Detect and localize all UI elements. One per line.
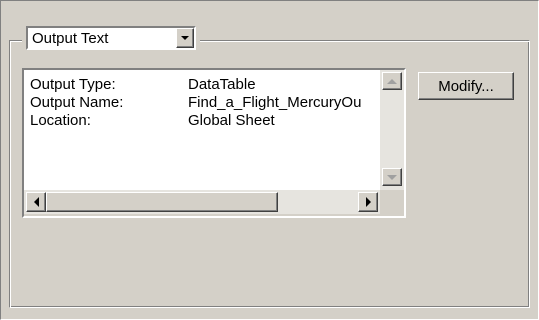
property-key: Output Name:	[30, 94, 124, 111]
property-value: Find_a_Flight_MercuryOu	[188, 94, 362, 111]
dropdown-button[interactable]	[176, 28, 194, 48]
scroll-up-button[interactable]	[382, 72, 402, 90]
vertical-scrollbar[interactable]	[380, 70, 404, 190]
dropdown-selected-value: Output Text	[32, 30, 109, 47]
properties-content: Output Type: DataTable Output Name: Find…	[24, 70, 380, 190]
horizontal-scroll-thumb[interactable]	[46, 192, 278, 212]
scroll-right-button[interactable]	[358, 192, 378, 212]
scroll-up-arrow-icon	[387, 78, 397, 84]
property-key: Location:	[30, 112, 91, 129]
property-value: DataTable	[188, 76, 256, 93]
scroll-down-button[interactable]	[382, 168, 402, 186]
modify-button[interactable]: Modify...	[418, 72, 514, 100]
properties-listbox[interactable]: Output Type: DataTable Output Name: Find…	[22, 68, 406, 218]
scrollbar-corner	[380, 190, 404, 214]
scroll-right-arrow-icon	[365, 197, 371, 207]
output-type-dropdown-wrapper: Output Text	[22, 26, 200, 50]
scroll-left-arrow-icon	[33, 197, 39, 207]
horizontal-scrollbar[interactable]	[24, 190, 380, 214]
output-type-dropdown[interactable]: Output Text	[26, 26, 196, 50]
scroll-left-button[interactable]	[26, 192, 46, 212]
property-value: Global Sheet	[188, 112, 275, 129]
chevron-down-icon	[181, 36, 189, 40]
property-key: Output Type:	[30, 76, 116, 93]
scroll-down-arrow-icon	[387, 174, 397, 180]
